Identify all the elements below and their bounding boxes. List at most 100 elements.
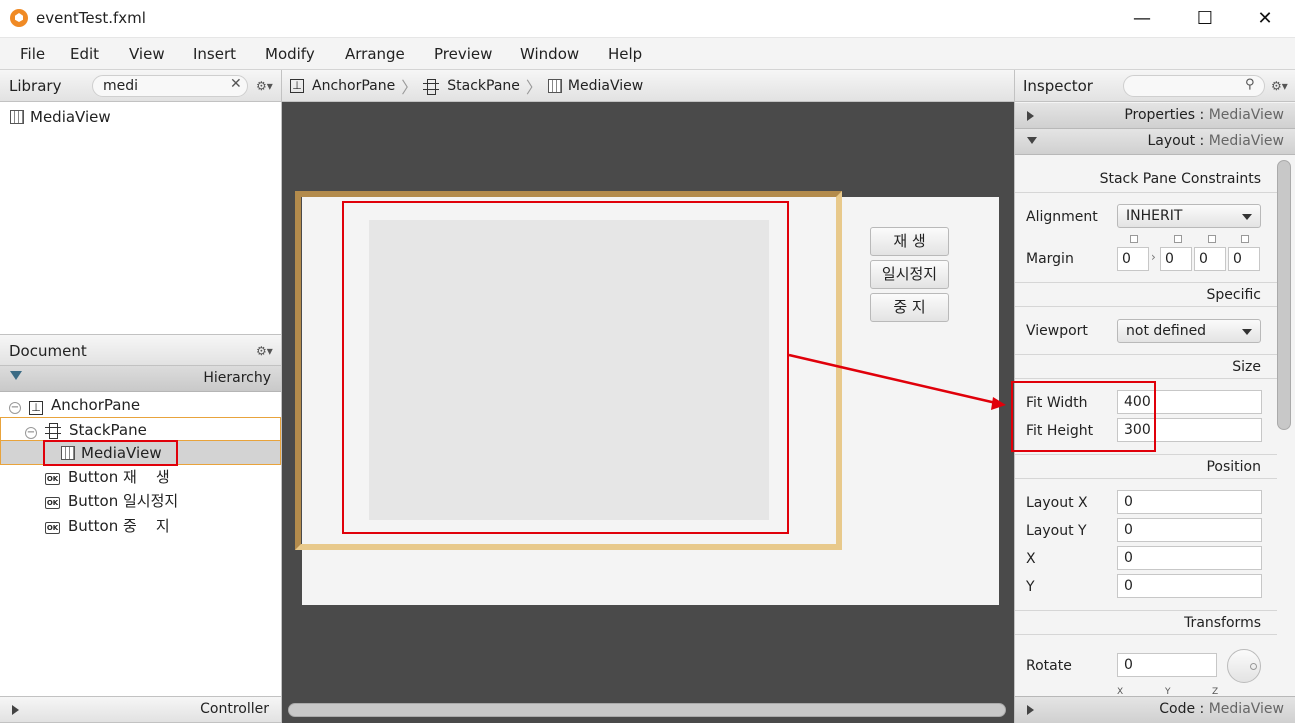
library-item-label: MediaView — [30, 108, 111, 126]
margin-label: Margin — [1026, 251, 1074, 267]
menu-insert[interactable]: Insert — [193, 38, 265, 69]
collapse-icon[interactable]: − — [9, 402, 21, 414]
margin-bottom-checkbox[interactable] — [1208, 235, 1216, 243]
inspector-gear-icon[interactable]: ⚙▾ — [1271, 79, 1288, 93]
mediaview-highlight-box — [342, 201, 789, 534]
stackpane-icon — [423, 78, 440, 95]
x-field[interactable]: 0 — [1117, 546, 1262, 570]
breadcrumb-label: StackPane — [447, 77, 520, 94]
y-field[interactable]: 0 — [1117, 574, 1262, 598]
tree-item-label: Button 재 생 — [68, 468, 170, 486]
library-item-mediaview[interactable]: MediaView — [10, 108, 111, 126]
properties-label: Properties — [1124, 107, 1196, 123]
inspector-title: Inspector — [1023, 77, 1093, 95]
inspector-header: Inspector ⚲ ⚙▾ — [1015, 70, 1295, 102]
left-panel: Library medi ✕ ⚙▾ MediaView Document ⚙▾ … — [0, 70, 282, 723]
margin-left-checkbox[interactable] — [1241, 235, 1249, 243]
layout-y-label: Layout Y — [1026, 523, 1087, 539]
document-title: Document — [9, 342, 87, 360]
specific-title: Specific — [1206, 287, 1262, 303]
tree-item-button-stop[interactable]: OK Button 중 지 — [0, 514, 281, 538]
tree-item-label: Button 중 지 — [68, 517, 170, 535]
minimize-button[interactable]: — — [1127, 6, 1157, 32]
margin-top-checkbox[interactable] — [1130, 235, 1138, 243]
layout-x-field[interactable]: 0 — [1117, 490, 1262, 514]
controller-bar[interactable]: Controller — [0, 696, 281, 723]
divider — [1015, 478, 1277, 479]
margin-bottom-field[interactable]: 0 — [1194, 247, 1226, 271]
breadcrumb-anchorpane[interactable]: ⊥ AnchorPane — [290, 78, 395, 94]
clear-search-icon[interactable]: ✕ — [230, 76, 242, 92]
tree-item-button-play[interactable]: OK Button 재 생 — [0, 465, 281, 489]
menu-edit[interactable]: Edit — [70, 38, 129, 69]
inspector-vertical-scrollbar[interactable] — [1277, 160, 1291, 430]
viewport-select[interactable]: not defined — [1117, 319, 1261, 343]
document-header: Document ⚙▾ — [0, 334, 281, 366]
mediaview-icon — [547, 78, 562, 93]
transforms-title: Transforms — [1184, 615, 1261, 631]
menu-window[interactable]: Window — [520, 38, 608, 69]
menu-preview[interactable]: Preview — [434, 38, 520, 69]
layout-label: Layout — [1147, 133, 1196, 149]
library-header: Library medi ✕ ⚙▾ — [0, 70, 281, 102]
menu-arrange[interactable]: Arrange — [345, 38, 434, 69]
layout-target: MediaView — [1208, 133, 1284, 149]
menu-file[interactable]: File — [20, 38, 70, 69]
hierarchy-label: Hierarchy — [203, 370, 271, 386]
button-icon: OK — [45, 522, 60, 534]
divider — [1015, 454, 1277, 455]
position-title: Position — [1206, 459, 1261, 475]
library-gear-icon[interactable]: ⚙▾ — [256, 79, 273, 93]
menu-view[interactable]: View — [129, 38, 193, 69]
maximize-button[interactable]: ☐ — [1190, 6, 1220, 32]
breadcrumb-mediaview[interactable]: MediaView — [547, 78, 643, 94]
collapse-icon[interactable]: − — [25, 427, 37, 439]
document-gear-icon[interactable]: ⚙▾ — [256, 344, 273, 358]
tree-item-anchorpane[interactable]: − ⊥ AnchorPane — [0, 393, 281, 417]
margin-left-field[interactable]: 0 — [1228, 247, 1260, 271]
margin-right-field[interactable]: 0 — [1160, 247, 1192, 271]
menu-help[interactable]: Help — [608, 38, 658, 69]
rotate-dial[interactable] — [1227, 649, 1261, 683]
rotate-field[interactable]: 0 — [1117, 653, 1217, 677]
alignment-select[interactable]: INHERIT — [1117, 204, 1261, 228]
library-search-input[interactable]: medi — [92, 75, 248, 97]
inspector-search-input[interactable] — [1123, 75, 1265, 97]
menu-modify[interactable]: Modify — [265, 38, 345, 69]
layout-section-header[interactable]: Layout : MediaView — [1015, 129, 1295, 155]
expand-icon[interactable] — [12, 705, 19, 715]
close-button[interactable]: ✕ — [1250, 6, 1280, 32]
search-icon: ⚲ — [1245, 77, 1255, 92]
hierarchy-toggle-icon[interactable] — [10, 371, 22, 380]
properties-section-header[interactable]: Properties : MediaView — [1015, 103, 1295, 129]
tree-item-button-pause[interactable]: OK Button 일시정지 — [0, 489, 281, 513]
divider — [1015, 354, 1277, 355]
divider — [1015, 634, 1277, 635]
fit-size-highlight-box — [1011, 381, 1156, 452]
hierarchy-bar[interactable]: Hierarchy — [0, 366, 281, 392]
horizontal-scrollbar[interactable] — [288, 703, 1006, 717]
breadcrumb: ⊥ AnchorPane 〉 StackPane 〉 MediaView — [282, 70, 1014, 102]
chevron-right-icon: 〉 — [525, 77, 542, 97]
play-button[interactable]: 재 생 — [870, 227, 949, 256]
link-arrow-icon[interactable]: › — [1151, 250, 1156, 264]
layout-y-field[interactable]: 0 — [1117, 518, 1262, 542]
code-section-header[interactable]: Code : MediaView — [1015, 696, 1295, 723]
expand-icon[interactable] — [1027, 705, 1034, 715]
divider — [1015, 306, 1277, 307]
code-label: Code — [1159, 701, 1196, 717]
stackpane-icon — [45, 423, 61, 439]
margin-right-checkbox[interactable] — [1174, 235, 1182, 243]
stack-pane-constraints-title: Stack Pane Constraints — [1099, 171, 1261, 187]
chevron-right-icon: 〉 — [401, 77, 418, 97]
divider — [1015, 192, 1277, 193]
stop-button[interactable]: 중 지 — [870, 293, 949, 322]
pause-button[interactable]: 일시정지 — [870, 260, 949, 289]
margin-top-field[interactable]: 0 — [1117, 247, 1149, 271]
tree-item-stackpane[interactable]: − StackPane — [0, 417, 281, 441]
mediaview-icon — [10, 110, 24, 124]
rotate-label: Rotate — [1026, 658, 1072, 674]
breadcrumb-stackpane[interactable]: StackPane — [423, 77, 520, 95]
inspector-panel: Inspector ⚲ ⚙▾ Properties : MediaView La… — [1011, 70, 1295, 723]
divider — [1015, 378, 1277, 379]
